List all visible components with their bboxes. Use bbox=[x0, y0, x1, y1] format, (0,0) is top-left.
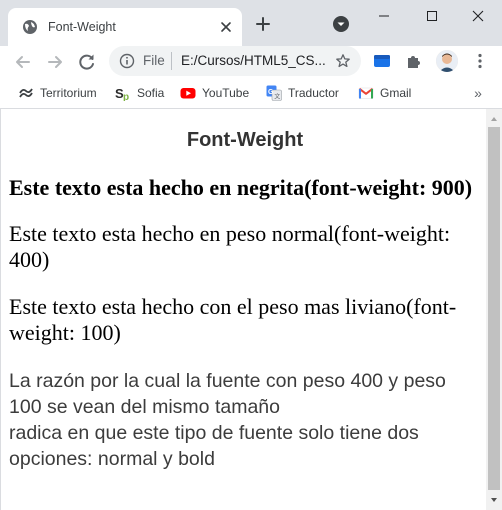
bookmark-youtube[interactable]: YouTube bbox=[180, 84, 254, 102]
maximize-icon[interactable] bbox=[420, 8, 444, 24]
bookmark-label: YouTube bbox=[202, 86, 250, 100]
bookmark-label: Sofia bbox=[137, 86, 165, 100]
page-content: Font-Weight Este texto esta hecho en neg… bbox=[9, 109, 481, 472]
bookmark-territorium[interactable]: Territorium bbox=[18, 84, 102, 102]
sofia-icon: S p bbox=[115, 86, 129, 101]
toolbar: File E:/Cursos/HTML5_CS... bbox=[0, 46, 502, 78]
svg-text:文: 文 bbox=[274, 93, 280, 101]
svg-text:p: p bbox=[123, 92, 129, 101]
tab-strip: Font-Weight bbox=[0, 0, 502, 46]
url-text[interactable]: E:/Cursos/HTML5_CS... bbox=[181, 53, 331, 69]
bookmarks-bar: Territorium S p Sofia YouTube G 文 Traduc… bbox=[0, 78, 502, 108]
gmail-icon bbox=[358, 87, 374, 99]
paragraph-light: Este texto esta hecho con el peso mas li… bbox=[9, 294, 457, 345]
bookmark-sofia[interactable]: S p Sofia bbox=[115, 84, 169, 102]
bookmark-label: Gmail bbox=[380, 86, 412, 100]
reload-icon[interactable] bbox=[76, 51, 98, 73]
paragraph-bold: Este texto esta hecho en negrita(font-we… bbox=[9, 175, 473, 200]
menu-kebab-icon[interactable] bbox=[470, 51, 490, 71]
page-viewport: Font-Weight Este texto esta hecho en neg… bbox=[0, 109, 486, 510]
scrollbar-thumb[interactable] bbox=[488, 127, 500, 490]
bookmark-label: Territorium bbox=[40, 86, 97, 100]
avatar-icon bbox=[436, 50, 458, 72]
vertical-scrollbar[interactable] bbox=[486, 109, 502, 510]
bookmark-star-icon[interactable] bbox=[335, 53, 351, 69]
minimize-icon[interactable] bbox=[372, 8, 396, 24]
bookmark-gmail[interactable]: Gmail bbox=[358, 84, 416, 102]
bookmark-traductor[interactable]: G 文 Traductor bbox=[266, 84, 344, 102]
forward-icon[interactable] bbox=[44, 51, 66, 73]
globe-icon bbox=[23, 20, 37, 34]
paragraph-normal: Este texto esta hecho en peso normal(fon… bbox=[9, 221, 451, 272]
scroll-down-arrow-icon[interactable] bbox=[486, 492, 502, 508]
address-bar[interactable]: File E:/Cursos/HTML5_CS... bbox=[109, 46, 361, 76]
profile-avatar[interactable] bbox=[436, 50, 458, 72]
url-scheme: File bbox=[143, 53, 165, 68]
bookmarks-overflow-button[interactable]: » bbox=[470, 84, 486, 102]
svg-text:G: G bbox=[268, 89, 274, 96]
youtube-icon bbox=[180, 88, 196, 99]
tab-search-icon[interactable] bbox=[332, 15, 350, 33]
tab-font-weight[interactable]: Font-Weight bbox=[8, 8, 242, 46]
tab-title: Font-Weight bbox=[48, 20, 116, 34]
translate-icon: G 文 bbox=[266, 85, 282, 101]
back-icon[interactable] bbox=[12, 51, 34, 73]
note-line-2: radica en que este tipo de fuente solo t… bbox=[9, 422, 419, 470]
info-icon[interactable] bbox=[119, 53, 135, 69]
paragraph-note: La razón por la cual la fuente con peso … bbox=[9, 368, 481, 472]
close-icon[interactable] bbox=[218, 19, 234, 35]
new-tab-icon[interactable] bbox=[254, 15, 272, 33]
territorium-icon bbox=[19, 88, 33, 98]
scroll-up-arrow-icon[interactable] bbox=[486, 111, 502, 127]
window-close-icon[interactable] bbox=[466, 8, 490, 24]
url-separator bbox=[171, 52, 172, 70]
page-title: Font-Weight bbox=[186, 129, 304, 151]
extension-tabs-icon[interactable] bbox=[372, 51, 392, 71]
note-line-1: La razón por la cual la fuente con peso … bbox=[9, 370, 446, 418]
extensions-puzzle-icon[interactable] bbox=[404, 51, 424, 71]
bookmark-label: Traductor bbox=[288, 86, 339, 100]
